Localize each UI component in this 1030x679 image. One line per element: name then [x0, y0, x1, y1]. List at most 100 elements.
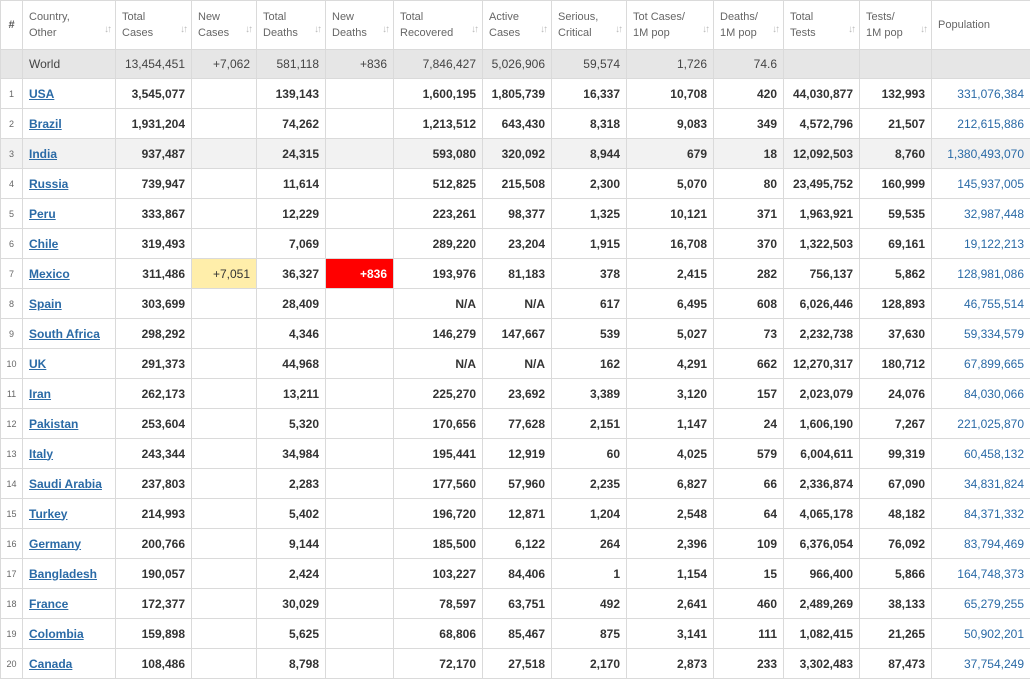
header-new-deaths[interactable]: NewDeaths↓↑: [326, 1, 394, 50]
country-cell[interactable]: South Africa: [23, 319, 116, 349]
new-cases-cell: [192, 349, 257, 379]
country-cell[interactable]: Turkey: [23, 499, 116, 529]
deaths-per-million-cell: 371: [714, 199, 784, 229]
country-link[interactable]: Chile: [29, 237, 58, 251]
world-row: World13,454,451+7,062581,118+8367,846,42…: [1, 50, 1030, 79]
country-link[interactable]: Spain: [29, 297, 62, 311]
header-total-tests[interactable]: TotalTests↓↑: [784, 1, 860, 50]
country-link[interactable]: South Africa: [29, 327, 100, 341]
country-link[interactable]: Colombia: [29, 627, 84, 641]
total-deaths-cell: 7,069: [257, 229, 326, 259]
total-tests-cell: 12,270,317: [784, 349, 860, 379]
rank-cell: 15: [1, 499, 23, 529]
deaths-per-million-cell: 66: [714, 469, 784, 499]
rank-cell: 18: [1, 589, 23, 619]
sort-arrows-icon[interactable]: ↓↑: [848, 22, 854, 38]
country-link[interactable]: Canada: [29, 657, 72, 671]
new-cases-cell: [192, 319, 257, 349]
sort-arrows-icon[interactable]: ↓↑: [920, 22, 926, 38]
country-cell[interactable]: Mexico: [23, 259, 116, 289]
total-cases-cell: 303,699: [116, 289, 192, 319]
country-link[interactable]: Italy: [29, 447, 53, 461]
table-row: 6Chile319,4937,069289,22023,2041,91516,7…: [1, 229, 1030, 259]
header-total-deaths[interactable]: TotalDeaths↓↑: [257, 1, 326, 50]
total-cases-cell: 262,173: [116, 379, 192, 409]
tests-per-million-cell: 59,535: [860, 199, 932, 229]
header-new-cases[interactable]: NewCases↓↑: [192, 1, 257, 50]
sort-arrows-icon[interactable]: ↓↑: [540, 22, 546, 38]
header-tests-per-million[interactable]: Tests/1M pop↓↑: [860, 1, 932, 50]
header-cases-per-million[interactable]: Tot Cases/1M pop↓↑: [627, 1, 714, 50]
country-link[interactable]: Russia: [29, 177, 68, 191]
header-label-line2: Deaths: [263, 27, 298, 39]
country-cell[interactable]: Peru: [23, 199, 116, 229]
country-cell[interactable]: Iran: [23, 379, 116, 409]
country-cell[interactable]: Italy: [23, 439, 116, 469]
sort-arrows-icon[interactable]: ↓↑: [615, 22, 621, 38]
rank-cell: 17: [1, 559, 23, 589]
country-link[interactable]: Pakistan: [29, 417, 78, 431]
total-recovered-cell: 289,220: [394, 229, 483, 259]
active-cases-cell: 23,692: [483, 379, 552, 409]
country-cell[interactable]: Canada: [23, 649, 116, 679]
total-deaths-cell: 5,320: [257, 409, 326, 439]
country-link[interactable]: France: [29, 597, 68, 611]
sort-arrows-icon[interactable]: ↓↑: [245, 22, 251, 38]
table-row: 15Turkey214,9935,402196,72012,8711,2042,…: [1, 499, 1030, 529]
header-country[interactable]: Country,Other↓↑: [23, 1, 116, 50]
new-cases-cell: [192, 619, 257, 649]
country-cell[interactable]: Brazil: [23, 109, 116, 139]
sort-arrows-icon[interactable]: ↓↑: [314, 22, 320, 38]
country-cell[interactable]: Saudi Arabia: [23, 469, 116, 499]
country-link[interactable]: USA: [29, 87, 54, 101]
country-link[interactable]: Peru: [29, 207, 56, 221]
country-cell[interactable]: India: [23, 139, 116, 169]
country-cell[interactable]: USA: [23, 79, 116, 109]
country-link[interactable]: Mexico: [29, 267, 70, 281]
country-cell[interactable]: Colombia: [23, 619, 116, 649]
country-link[interactable]: Saudi Arabia: [29, 477, 102, 491]
total-cases-cell: 253,604: [116, 409, 192, 439]
total-recovered-cell: 193,976: [394, 259, 483, 289]
sort-arrows-icon[interactable]: ↓↑: [471, 22, 477, 38]
deaths-per-million-cell: 579: [714, 439, 784, 469]
country-link[interactable]: Bangladesh: [29, 567, 97, 581]
new-deaths-cell: +836: [326, 50, 394, 79]
header-serious-critical[interactable]: Serious,Critical↓↑: [552, 1, 627, 50]
sort-arrows-icon[interactable]: ↓↑: [702, 22, 708, 38]
new-deaths-cell: [326, 139, 394, 169]
country-link[interactable]: Brazil: [29, 117, 62, 131]
country-cell[interactable]: Spain: [23, 289, 116, 319]
deaths-per-million-cell: 460: [714, 589, 784, 619]
header-label-line1: Serious,: [558, 11, 598, 23]
country-link[interactable]: Turkey: [29, 507, 67, 521]
population-cell: 1,380,493,070: [932, 139, 1030, 169]
country-link[interactable]: Iran: [29, 387, 51, 401]
new-deaths-cell: [326, 499, 394, 529]
country-cell[interactable]: Chile: [23, 229, 116, 259]
country-link[interactable]: Germany: [29, 537, 81, 551]
header-population[interactable]: Population: [932, 1, 1030, 50]
sort-arrows-icon[interactable]: ↓↑: [104, 22, 110, 38]
header-deaths-per-million[interactable]: Deaths/1M pop↓↑: [714, 1, 784, 50]
header-active-cases[interactable]: ActiveCases↓↑: [483, 1, 552, 50]
sort-arrows-icon[interactable]: ↓↑: [772, 22, 778, 38]
country-cell[interactable]: Pakistan: [23, 409, 116, 439]
total-recovered-cell: 72,170: [394, 649, 483, 679]
cases-per-million-cell: 6,827: [627, 469, 714, 499]
total-recovered-cell: 512,825: [394, 169, 483, 199]
new-cases-cell: [192, 439, 257, 469]
sort-arrows-icon[interactable]: ↓↑: [382, 22, 388, 38]
country-cell[interactable]: France: [23, 589, 116, 619]
country-cell[interactable]: Bangladesh: [23, 559, 116, 589]
serious-critical-cell: 16,337: [552, 79, 627, 109]
country-cell[interactable]: Russia: [23, 169, 116, 199]
country-link[interactable]: India: [29, 147, 57, 161]
header-total-cases[interactable]: TotalCases↓↑: [116, 1, 192, 50]
country-cell[interactable]: UK: [23, 349, 116, 379]
total-recovered-cell: 196,720: [394, 499, 483, 529]
header-total-recovered[interactable]: TotalRecovered↓↑: [394, 1, 483, 50]
sort-arrows-icon[interactable]: ↓↑: [180, 22, 186, 38]
country-link[interactable]: UK: [29, 357, 46, 371]
country-cell[interactable]: Germany: [23, 529, 116, 559]
